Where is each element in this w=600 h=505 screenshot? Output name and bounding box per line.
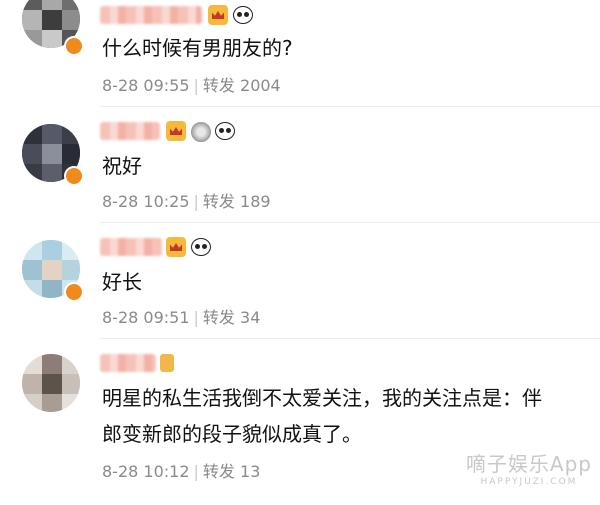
comment-text-line-2: 郎变新郎的段子貌似成真了。 [102,422,362,446]
repost-count: 34 [240,308,261,327]
verified-badge-icon [64,282,84,302]
username[interactable] [100,6,202,24]
crown-icon [166,121,186,141]
comment-meta: 8-28 09:55 | 转发 2004 [102,72,281,96]
repost-count: 13 [240,462,261,481]
divider [100,338,600,339]
meta-separator: | [193,308,199,327]
divider [100,106,600,107]
repost-count: 189 [240,192,271,211]
comment-date: 8-28 09:55 [102,76,190,95]
verified-badge-icon [64,36,84,56]
meta-separator: | [193,462,199,481]
repost-label[interactable]: 转发 [203,76,235,95]
comment-text-line-1: 明星的私生活我倒不太爱关注，我的关注点是：伴 [102,386,542,410]
meta-separator: | [193,76,199,95]
comment-meta: 8-28 10:25 | 转发 189 [102,188,271,212]
username[interactable] [100,238,162,256]
comment-text: 什么时候有男朋友的? [102,36,293,60]
comment-date: 8-28 10:25 [102,192,190,211]
meta-separator: | [193,192,199,211]
panda-icon [190,237,212,257]
medal-icon [191,122,211,142]
rank-icon [160,354,174,372]
avatar[interactable] [22,354,80,412]
verified-badge-icon [64,166,84,186]
repost-label[interactable]: 转发 [203,308,235,327]
repost-label[interactable]: 转发 [203,192,235,211]
watermark: 嘀子娱乐App HAPPYJUZI.COM [466,448,592,487]
comment-date: 8-28 10:12 [102,462,190,481]
repost-count: 2004 [240,76,281,95]
username[interactable] [100,122,160,140]
comment-meta: 8-28 09:51 | 转发 34 [102,304,260,328]
comment-meta: 8-28 10:12 | 转发 13 [102,458,260,482]
panda-icon [232,5,254,25]
comment-text: 祝好 [102,154,142,178]
username[interactable] [100,354,156,372]
divider [100,222,600,223]
comment-date: 8-28 09:51 [102,308,190,327]
watermark-url: HAPPYJUZI.COM [480,477,578,487]
comment-text: 好长 [102,270,142,294]
panda-icon [214,121,236,141]
crown-icon [166,237,186,257]
repost-label[interactable]: 转发 [203,462,235,481]
crown-icon [208,5,228,25]
watermark-logo-text: 嘀子娱乐App [465,452,592,476]
